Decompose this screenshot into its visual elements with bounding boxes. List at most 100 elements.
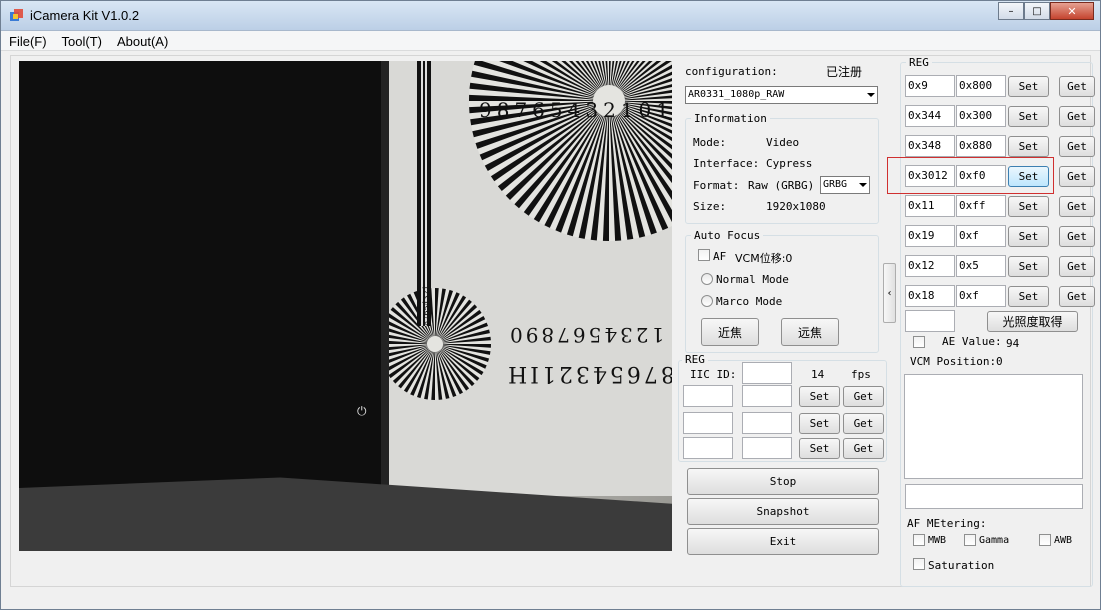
reg-addr-input[interactable]: 0x18 [905,285,955,307]
reg-value-input[interactable]: 0x800 [956,75,1006,97]
gamma-checkbox[interactable] [964,534,976,546]
mwb-label: MWB [928,535,947,546]
saturation-checkbox[interactable] [913,558,925,570]
normal-mode-radio[interactable] [701,273,713,285]
reg-value-input[interactable]: 0x5 [956,255,1006,277]
reg-value-input[interactable]: 0xf [956,225,1006,247]
iic-id-label: IIC ID: [690,368,737,381]
close-icon: ✕ [1067,4,1077,18]
snapshot-button[interactable]: Snapshot [687,498,879,525]
reg-get-button[interactable]: Get [1059,196,1095,217]
highlight-annotation [887,157,1054,194]
reg-get-button[interactable]: Get [1059,256,1095,277]
exit-button[interactable]: Exit [687,528,879,555]
configuration-select-value: AR0331_1080p_RAW [688,89,785,100]
reg-get-button[interactable]: Get [1059,166,1095,187]
marco-mode-radio[interactable] [701,295,713,307]
chart-small-dial-label: 87654321 [421,285,431,326]
iic-id-input[interactable] [742,362,792,384]
chevron-down-icon [867,93,875,97]
reg-set-button[interactable]: Set [1008,196,1049,217]
log-textarea[interactable] [904,374,1083,479]
chart-number-row-top: 98765432101234 [479,98,672,122]
reg-set-button[interactable]: Set [1008,286,1049,307]
camera-preview: 98765432101234 1234567890 0987654321IH 8… [19,61,672,551]
reg-get-button[interactable]: Get [1059,136,1095,157]
configuration-label: configuration: [685,65,778,78]
reg-value-input[interactable]: 0x880 [956,135,1006,157]
size-value: 1920x1080 [766,200,826,213]
iic-set-button-2[interactable]: Set [799,413,840,434]
iic-addr-input-1[interactable] [683,385,733,407]
minimize-button[interactable]: – [998,2,1024,20]
reg-value-input[interactable]: 0xff [956,195,1006,217]
autofocus-title: Auto Focus [691,229,764,242]
reg-set-button[interactable]: Set [1008,136,1049,157]
reg-addr-input[interactable]: 0x12 [905,255,955,277]
iic-get-button-3[interactable]: Get [843,438,884,459]
reg-addr-input[interactable]: 0x348 [905,135,955,157]
stop-button[interactable]: Stop [687,468,879,495]
title-bar[interactable]: iCamera Kit V1.0.2 – □ ✕ [1,1,1100,31]
menu-about[interactable]: About(A) [109,31,175,51]
iic-value-input-1[interactable] [742,385,792,407]
menu-tool[interactable]: Tool(T) [54,31,109,51]
configuration-select[interactable]: AR0331_1080p_RAW [685,86,878,104]
reg-addr-input[interactable]: 0x9 [905,75,955,97]
lux-value-input[interactable] [905,310,955,332]
awb-label: AWB [1054,535,1073,546]
iic-set-button-1[interactable]: Set [799,386,840,407]
reg-get-button[interactable]: Get [1059,106,1095,127]
iic-set-button-3[interactable]: Set [799,438,840,459]
format-select-value: GRBG [823,179,848,190]
reg-addr-input[interactable]: 0x11 [905,195,955,217]
iic-get-button-1[interactable]: Get [843,386,884,407]
iic-addr-input-3[interactable] [683,437,733,459]
close-button[interactable]: ✕ [1050,2,1094,20]
reg-get-button[interactable]: Get [1059,226,1095,247]
reg-value-input[interactable]: 0xf [956,285,1006,307]
reg-get-button[interactable]: Get [1059,76,1095,97]
size-label: Size: [693,200,727,213]
format-select[interactable]: GRBG [820,176,870,194]
reg-get-button[interactable]: Get [1059,286,1095,307]
reg-set-button[interactable]: Set [1008,76,1049,97]
mode-value: Video [766,136,800,149]
mwb-checkbox[interactable] [913,534,925,546]
ae-value-label: AE Value: [942,335,1002,348]
ae-value: 94 [1006,337,1020,350]
af-checkbox[interactable] [698,249,710,261]
normal-mode-label: Normal Mode [716,273,789,286]
iic-value-input-3[interactable] [742,437,792,459]
far-focus-button[interactable]: 远焦 [781,318,839,346]
chevron-down-icon [859,183,867,187]
minimize-icon: – [1008,5,1014,17]
reg-addr-input[interactable]: 0x344 [905,105,955,127]
near-focus-button[interactable]: 近焦 [701,318,759,346]
vcm-position-label: VCM Position: [910,355,997,368]
maximize-button[interactable]: □ [1024,2,1050,20]
collapse-panel-tab[interactable]: ‹ [883,263,896,323]
status-input[interactable] [905,484,1083,509]
awb-checkbox[interactable] [1039,534,1051,546]
iic-value-input-2[interactable] [742,412,792,434]
lux-acquire-button[interactable]: 光照度取得 [987,311,1078,332]
reg-value-input[interactable]: 0x300 [956,105,1006,127]
chart-number-row-low: 0987654321IH [505,361,672,386]
af-label: AF [713,250,727,263]
reg-set-button[interactable]: Set [1008,256,1049,277]
fps-value: 14 [811,368,825,381]
chart-graphics [379,61,672,400]
vcm-offset-label: VCM位移:0 [735,252,793,265]
ae-checkbox[interactable] [913,336,925,348]
vcm-position-value: 0 [996,355,1003,368]
resolution-chart: 98765432101234 1234567890 0987654321IH 8… [359,61,672,496]
iic-addr-input-2[interactable] [683,412,733,434]
reg-set-button[interactable]: Set [1008,226,1049,247]
menu-file[interactable]: File(F) [1,31,54,51]
reg-set-button[interactable]: Set [1008,106,1049,127]
iic-reg-title: REG [682,353,708,366]
chart-number-row-mid: 1234567890 [507,323,665,347]
iic-get-button-2[interactable]: Get [843,413,884,434]
reg-addr-input[interactable]: 0x19 [905,225,955,247]
